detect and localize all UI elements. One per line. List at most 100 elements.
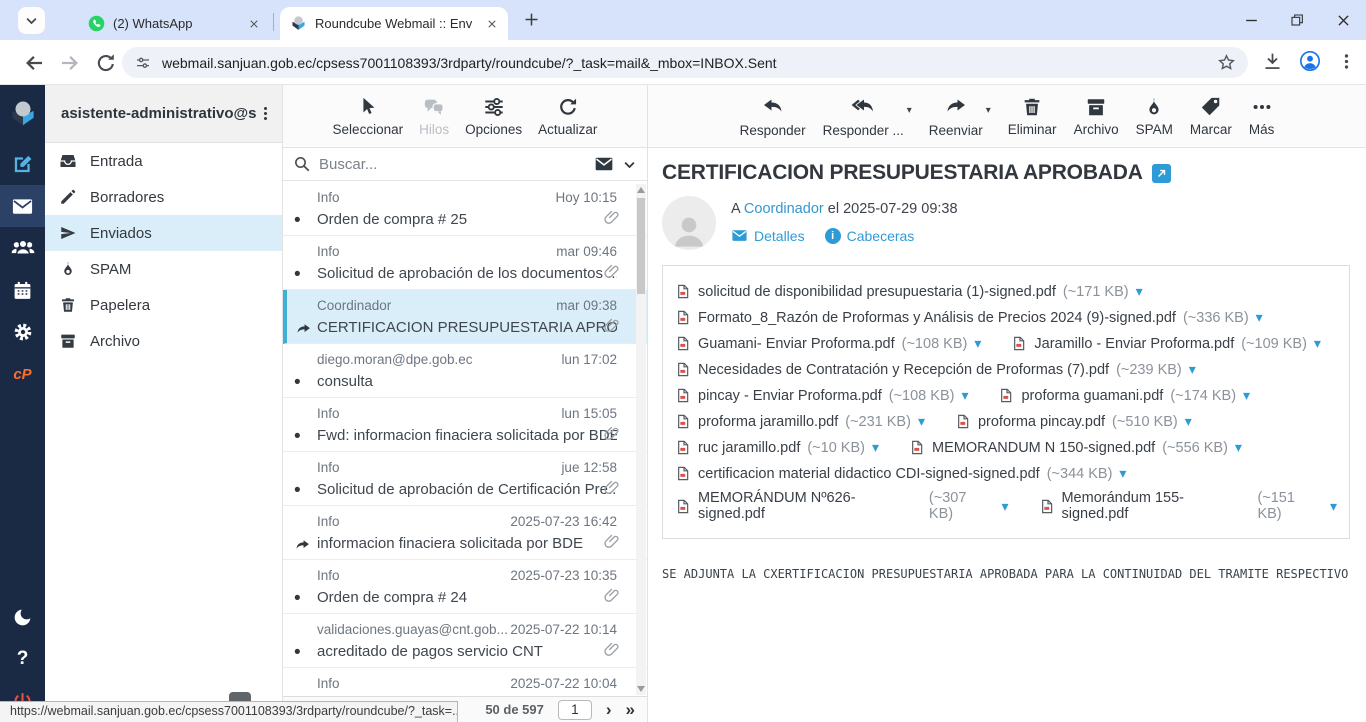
attachment-item[interactable]: Jaramillo - Enviar Proforma.pdf(~109 KB) — [1011, 334, 1321, 353]
recipient-link[interactable]: Coordinador — [744, 201, 824, 217]
forward-caret-icon[interactable]: ▾ — [986, 105, 991, 116]
unread-dot-icon[interactable] — [294, 267, 311, 284]
attachment-item[interactable]: MEMORANDUM N 150-signed.pdf(~556 KB) — [909, 438, 1242, 457]
rail-calendar-button[interactable] — [0, 269, 45, 311]
attachment-item[interactable]: certificacion material didactico CDI-sig… — [675, 464, 1126, 483]
new-tab-icon[interactable] — [522, 10, 541, 29]
profile-icon[interactable] — [1299, 50, 1321, 72]
rail-darkmode-button[interactable] — [0, 596, 45, 638]
attachment-menu-caret-icon[interactable] — [872, 439, 879, 456]
details-link[interactable]: Detalles — [731, 227, 805, 244]
tab-whatsapp[interactable]: (2) WhatsApp — [78, 7, 270, 40]
rail-mail-button[interactable] — [0, 185, 45, 227]
folder-item-papelera[interactable]: Papelera — [45, 287, 282, 323]
more-button[interactable]: Más — [1249, 96, 1275, 137]
message-row[interactable]: InfoHoy 10:15 Orden de compra # 25 — [283, 182, 647, 236]
unread-dot-icon[interactable] — [294, 213, 311, 230]
spam-button[interactable]: SPAM — [1136, 96, 1173, 137]
attachment-menu-caret-icon[interactable] — [1136, 283, 1143, 300]
scrollbar-thumb[interactable] — [637, 198, 645, 294]
search-input[interactable] — [319, 156, 586, 173]
list-scrollbar[interactable] — [636, 184, 646, 695]
message-row[interactable]: Info2025-07-22 10:04 — [283, 668, 647, 696]
unread-dot-icon[interactable] — [294, 375, 311, 392]
attachment-item[interactable]: solicitud de disponibilidad presupuestar… — [675, 282, 1143, 301]
folder-item-archivo[interactable]: Archivo — [45, 323, 282, 359]
message-row[interactable]: Info2025-07-23 10:35 Orden de compra # 2… — [283, 560, 647, 614]
message-row[interactable]: Infolun 15:05 Fwd: informacion finaciera… — [283, 398, 647, 452]
attachment-item[interactable]: pincay - Enviar Proforma.pdf(~108 KB) — [675, 386, 968, 405]
search-scope-mail-icon[interactable] — [594, 154, 614, 174]
message-row[interactable]: Infomar 09:46 Solicitud de aprobación de… — [283, 236, 647, 290]
attachment-menu-caret-icon[interactable] — [961, 387, 968, 404]
attachment-item[interactable]: MEMORÁNDUM Nº626-signed.pdf(~307 KB) — [675, 490, 1009, 522]
attachment-name[interactable]: MEMORÁNDUM Nº626-signed.pdf — [698, 490, 922, 522]
window-close-button[interactable] — [1320, 0, 1366, 40]
close-tab-icon[interactable] — [248, 18, 260, 30]
attachment-name[interactable]: proforma guamani.pdf — [1021, 388, 1163, 404]
next-page-button[interactable] — [606, 701, 612, 718]
attachment-name[interactable]: proforma pincay.pdf — [978, 414, 1105, 430]
refresh-button[interactable]: Actualizar — [538, 96, 597, 137]
close-tab-icon[interactable] — [486, 18, 498, 30]
rail-help-button[interactable]: ? — [0, 638, 45, 680]
attachment-name[interactable]: certificacion material didactico CDI-sig… — [698, 466, 1040, 482]
browser-menu-icon[interactable] — [1337, 52, 1356, 71]
attachment-menu-caret-icon[interactable] — [1185, 413, 1192, 430]
attachment-name[interactable]: ruc jaramillo.pdf — [698, 440, 800, 456]
attachment-item[interactable]: proforma jaramillo.pdf(~231 KB) — [675, 412, 925, 431]
address-bar[interactable]: webmail.sanjuan.gob.ec/cpsess7001108393/… — [122, 47, 1248, 78]
url-text[interactable]: webmail.sanjuan.gob.ec/cpsess7001108393/… — [162, 55, 1209, 71]
delete-button[interactable]: Eliminar — [1008, 96, 1057, 137]
bookmark-star-icon[interactable] — [1217, 53, 1236, 72]
attachment-item[interactable]: Memorándum 155-signed.pdf(~151 KB) — [1039, 490, 1338, 522]
attachment-menu-caret-icon[interactable] — [1256, 309, 1263, 326]
options-button[interactable]: Opciones — [465, 96, 522, 137]
reload-icon[interactable] — [94, 51, 118, 75]
attachment-name[interactable]: MEMORANDUM N 150-signed.pdf — [932, 440, 1155, 456]
folder-item-enviados[interactable]: Enviados — [45, 215, 282, 251]
attachment-menu-caret-icon[interactable] — [1243, 387, 1250, 404]
unread-dot-icon[interactable] — [294, 429, 311, 446]
roundcube-logo[interactable] — [0, 85, 45, 143]
site-settings-icon[interactable] — [134, 54, 152, 72]
forward-icon[interactable] — [58, 51, 82, 75]
account-header[interactable]: asistente-administrativo@sa... — [45, 85, 282, 143]
rail-compose-button[interactable] — [0, 143, 45, 185]
unread-dot-icon[interactable] — [294, 591, 311, 608]
attachment-name[interactable]: Guamani- Enviar Proforma.pdf — [698, 336, 895, 352]
account-menu-icon[interactable] — [257, 105, 274, 122]
attachment-name[interactable]: Jaramillo - Enviar Proforma.pdf — [1034, 336, 1234, 352]
attachment-item[interactable]: ruc jaramillo.pdf(~10 KB) — [675, 438, 879, 457]
rail-cpanel-button[interactable]: cP — [0, 353, 45, 395]
message-row[interactable]: Info2025-07-23 16:42 informacion finacie… — [283, 506, 647, 560]
mark-button[interactable]: Marcar — [1190, 96, 1232, 137]
downloads-icon[interactable] — [1262, 51, 1283, 72]
window-minimize-button[interactable] — [1228, 0, 1274, 40]
attachment-item[interactable]: proforma pincay.pdf(~510 KB) — [955, 412, 1192, 431]
open-in-new-window-button[interactable] — [1152, 164, 1171, 183]
message-row-selected[interactable]: Coordinadormar 09:38 CERTIFICACION PRESU… — [283, 290, 647, 344]
attachment-name[interactable]: Formato_8_Razón de Proformas y Análisis … — [698, 310, 1176, 326]
attachment-item[interactable]: Formato_8_Razón de Proformas y Análisis … — [675, 308, 1263, 327]
attachment-name[interactable]: proforma jaramillo.pdf — [698, 414, 838, 430]
attachment-menu-caret-icon[interactable] — [918, 413, 925, 430]
attachment-menu-caret-icon[interactable] — [1001, 498, 1008, 515]
scroll-up-arrow[interactable] — [637, 187, 645, 193]
search-options-chevron-icon[interactable] — [622, 157, 637, 172]
archive-button[interactable]: Archivo — [1074, 96, 1119, 137]
attachment-item[interactable]: proforma guamani.pdf(~174 KB) — [998, 386, 1250, 405]
page-input[interactable] — [558, 700, 592, 720]
forward-button[interactable]: Reenviar — [929, 95, 983, 138]
attachment-name[interactable]: pincay - Enviar Proforma.pdf — [698, 388, 882, 404]
attachment-menu-caret-icon[interactable] — [974, 335, 981, 352]
reply-button[interactable]: Responder — [740, 95, 806, 138]
attachment-name[interactable]: Necesidades de Contratación y Recepción … — [698, 362, 1109, 378]
message-row[interactable]: validaciones.guayas@cnt.gob...2025-07-22… — [283, 614, 647, 668]
reply-all-button[interactable]: Responder ... — [823, 95, 904, 138]
scroll-down-arrow[interactable] — [637, 686, 645, 692]
attachment-menu-caret-icon[interactable] — [1330, 498, 1337, 515]
attachment-item[interactable]: Guamani- Enviar Proforma.pdf(~108 KB) — [675, 334, 981, 353]
attachment-item[interactable]: Necesidades de Contratación y Recepción … — [675, 360, 1196, 379]
window-restore-button[interactable] — [1274, 0, 1320, 40]
